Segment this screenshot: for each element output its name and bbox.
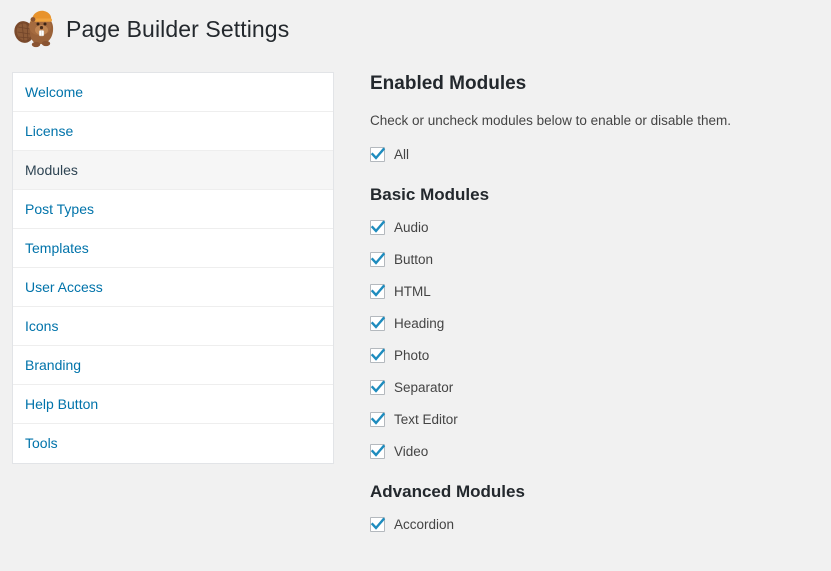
checkbox-photo[interactable] (370, 348, 386, 364)
checkbox-row-audio[interactable]: Audio (370, 220, 819, 236)
checkbox-button[interactable] (370, 252, 386, 268)
checkmark-icon (370, 412, 386, 425)
module-group-heading: Advanced Modules (370, 482, 525, 502)
checkbox-separator[interactable] (370, 380, 386, 396)
sidebar-item-welcome[interactable]: Welcome (13, 73, 333, 112)
enabled-modules-description: Check or uncheck modules below to enable… (370, 112, 731, 128)
checkmark-icon (370, 348, 386, 361)
sidebar-item-templates[interactable]: Templates (13, 229, 333, 268)
checkbox-row-accordion[interactable]: Accordion (370, 517, 819, 533)
sidebar-item-branding[interactable]: Branding (13, 346, 333, 385)
checkmark-icon (370, 517, 386, 530)
checkbox-row-button[interactable]: Button (370, 252, 819, 268)
checkbox-label-all[interactable]: All (394, 148, 409, 162)
checkbox-video[interactable] (370, 444, 386, 460)
checkbox-label-html[interactable]: HTML (394, 285, 431, 299)
checkbox-row-text-editor[interactable]: Text Editor (370, 412, 819, 428)
checkbox-text-editor[interactable] (370, 412, 386, 428)
checkbox-label-button[interactable]: Button (394, 253, 433, 267)
checkbox-all[interactable] (370, 146, 386, 162)
settings-layout: Welcome License Modules Post Types Templates… (0, 50, 831, 533)
checkmark-icon (370, 147, 386, 160)
checkbox-html[interactable] (370, 284, 386, 300)
checkbox-heading[interactable] (370, 316, 386, 332)
checkbox-audio[interactable] (370, 220, 386, 236)
checkbox-row-separator[interactable]: Separator (370, 380, 819, 396)
checkbox-label-audio[interactable]: Audio (394, 221, 429, 235)
module-group: Advanced Modules Accordion (370, 481, 819, 533)
checkbox-label-text-editor[interactable]: Text Editor (394, 413, 458, 427)
checkbox-row-video[interactable]: Video (370, 444, 819, 460)
checkmark-icon (370, 252, 386, 265)
checkbox-accordion[interactable] (370, 517, 386, 533)
checkbox-row-heading[interactable]: Heading (370, 316, 819, 332)
page-title: Page Builder Settings (66, 16, 290, 43)
module-groups: Basic Modules Audio Button HTML Heading Photo… (370, 184, 819, 533)
module-group-heading: Basic Modules (370, 184, 490, 204)
checkmark-icon (370, 316, 386, 329)
sidebar-item-help-button[interactable]: Help Button (13, 385, 333, 424)
checkmark-icon (370, 380, 386, 393)
sidebar-item-icons[interactable]: Icons (13, 307, 333, 346)
checkbox-row-photo[interactable]: Photo (370, 348, 819, 364)
checkbox-label-video[interactable]: Video (394, 445, 428, 459)
checkbox-label-heading[interactable]: Heading (394, 317, 444, 331)
sidebar-item-license[interactable]: License (13, 112, 333, 151)
page-header: Page Builder Settings (0, 0, 831, 50)
sidebar-item-tools[interactable]: Tools (13, 424, 333, 463)
checkbox-label-photo[interactable]: Photo (394, 349, 429, 363)
beaver-mascot-icon (12, 9, 58, 51)
settings-content-panel: Enabled Modules Check or uncheck modules… (334, 50, 819, 533)
checkbox-label-separator[interactable]: Separator (394, 381, 453, 395)
enabled-modules-heading: Enabled Modules (370, 73, 527, 94)
checkmark-icon (370, 284, 386, 297)
checkmark-icon (370, 220, 386, 233)
sidebar-item-post-types[interactable]: Post Types (13, 190, 333, 229)
sidebar-item-user-access[interactable]: User Access (13, 268, 333, 307)
checkmark-icon (370, 444, 386, 457)
checkbox-row-all[interactable]: All (370, 146, 819, 162)
sidebar-item-modules[interactable]: Modules (13, 151, 333, 190)
checkbox-label-accordion[interactable]: Accordion (394, 518, 454, 532)
module-group: Basic Modules Audio Button HTML Heading Photo… (370, 184, 819, 460)
checkbox-row-html[interactable]: HTML (370, 284, 819, 300)
settings-nav: Welcome License Modules Post Types Templates… (12, 72, 334, 464)
